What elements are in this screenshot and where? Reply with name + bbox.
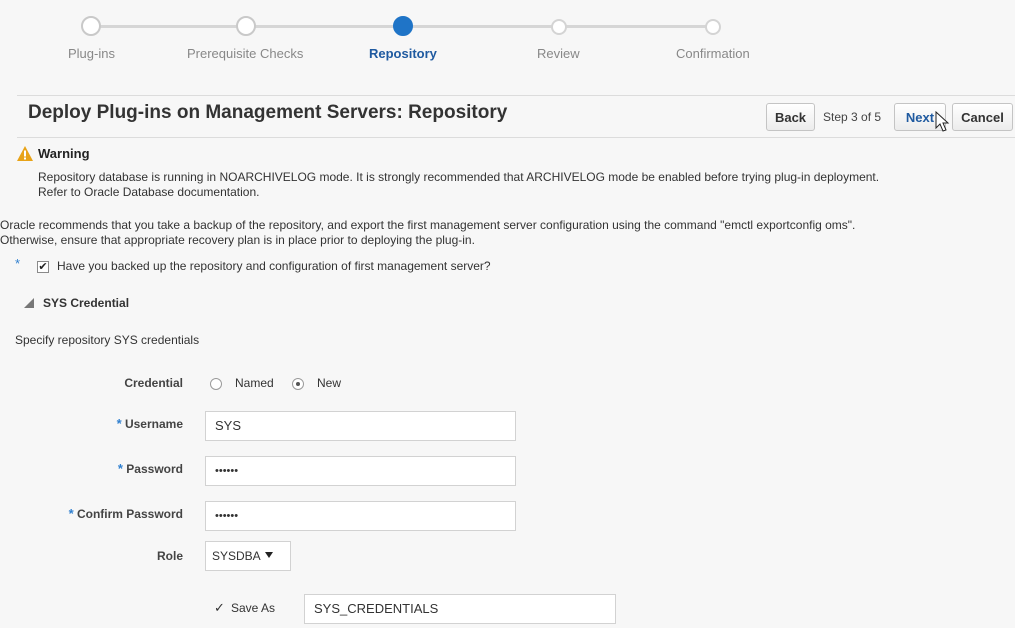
role-label: Role	[156, 549, 183, 563]
confirm-password-input[interactable]: ••••••	[205, 501, 516, 531]
backup-confirm-checkbox[interactable]: ✔	[37, 261, 49, 273]
train-stop-review	[551, 19, 567, 35]
confirm-password-label-text: Confirm Password	[76, 507, 183, 521]
collapse-triangle-icon[interactable]	[24, 298, 34, 308]
warning-title: Warning	[38, 146, 90, 161]
section-title-sys-credential[interactable]: SYS Credential	[43, 296, 129, 310]
username-label: * Username	[60, 416, 183, 431]
warning-message: Repository database is running in NOARCH…	[38, 170, 1008, 200]
username-input[interactable]: SYS	[205, 411, 516, 441]
train-label-review: Review	[537, 46, 580, 61]
train-label-repository: Repository	[369, 46, 437, 61]
password-input[interactable]: ••••••	[205, 456, 516, 486]
required-marker: *	[15, 256, 21, 271]
save-as-input[interactable]: SYS_CREDENTIALS	[304, 594, 616, 624]
credential-named-radio[interactable]	[210, 378, 222, 390]
required-marker: *	[68, 506, 74, 521]
role-select[interactable]: SYSDBA	[205, 541, 291, 571]
save-as-label[interactable]: Save As	[231, 601, 275, 615]
cancel-button[interactable]: Cancel	[952, 103, 1013, 131]
credential-label: Credential	[124, 376, 183, 390]
save-as-checkmark-icon[interactable]: ✓	[214, 600, 225, 616]
train-label-plugins[interactable]: Plug-ins	[68, 46, 115, 61]
backup-recommendation: Oracle recommends that you take a backup…	[0, 218, 1010, 248]
train-stop-confirmation	[705, 19, 721, 35]
warning-line: Repository database is running in NOARCH…	[38, 170, 880, 184]
password-label-text: Password	[126, 462, 183, 476]
credential-new-radio[interactable]	[292, 378, 304, 390]
backup-confirm-label[interactable]: Have you backed up the repository and co…	[57, 259, 491, 273]
warning-icon	[17, 146, 33, 161]
train-stop-repository	[393, 16, 413, 36]
credential-named-label[interactable]: Named	[235, 376, 274, 390]
divider	[17, 95, 1015, 96]
section-description: Specify repository SYS credentials	[15, 333, 200, 347]
back-button[interactable]: Back	[766, 103, 815, 131]
warning-line: Refer to Oracle Database documentation.	[38, 185, 260, 199]
train-label-confirmation: Confirmation	[676, 46, 750, 61]
recommendation-line: Oracle recommends that you take a backup…	[0, 218, 856, 232]
chevron-down-icon[interactable]	[265, 552, 273, 558]
confirm-password-label: * Confirm Password	[40, 506, 183, 521]
recommendation-line: Otherwise, ensure that appropriate recov…	[0, 233, 475, 247]
train-stop-plugins[interactable]	[81, 16, 101, 36]
step-indicator: Step 3 of 5	[823, 110, 882, 124]
credential-new-label[interactable]: New	[317, 376, 341, 390]
train-stop-prerequisite-checks[interactable]	[236, 16, 256, 36]
train-label-prerequisite-checks[interactable]: Prerequisite Checks	[187, 46, 303, 61]
mouse-cursor-icon	[935, 111, 950, 132]
username-label-text: Username	[124, 417, 183, 431]
divider	[17, 137, 1015, 138]
password-label: * Password	[60, 461, 183, 476]
required-marker: *	[116, 416, 122, 431]
required-marker: *	[117, 461, 123, 476]
page-title: Deploy Plug-ins on Management Servers: R…	[28, 102, 508, 123]
